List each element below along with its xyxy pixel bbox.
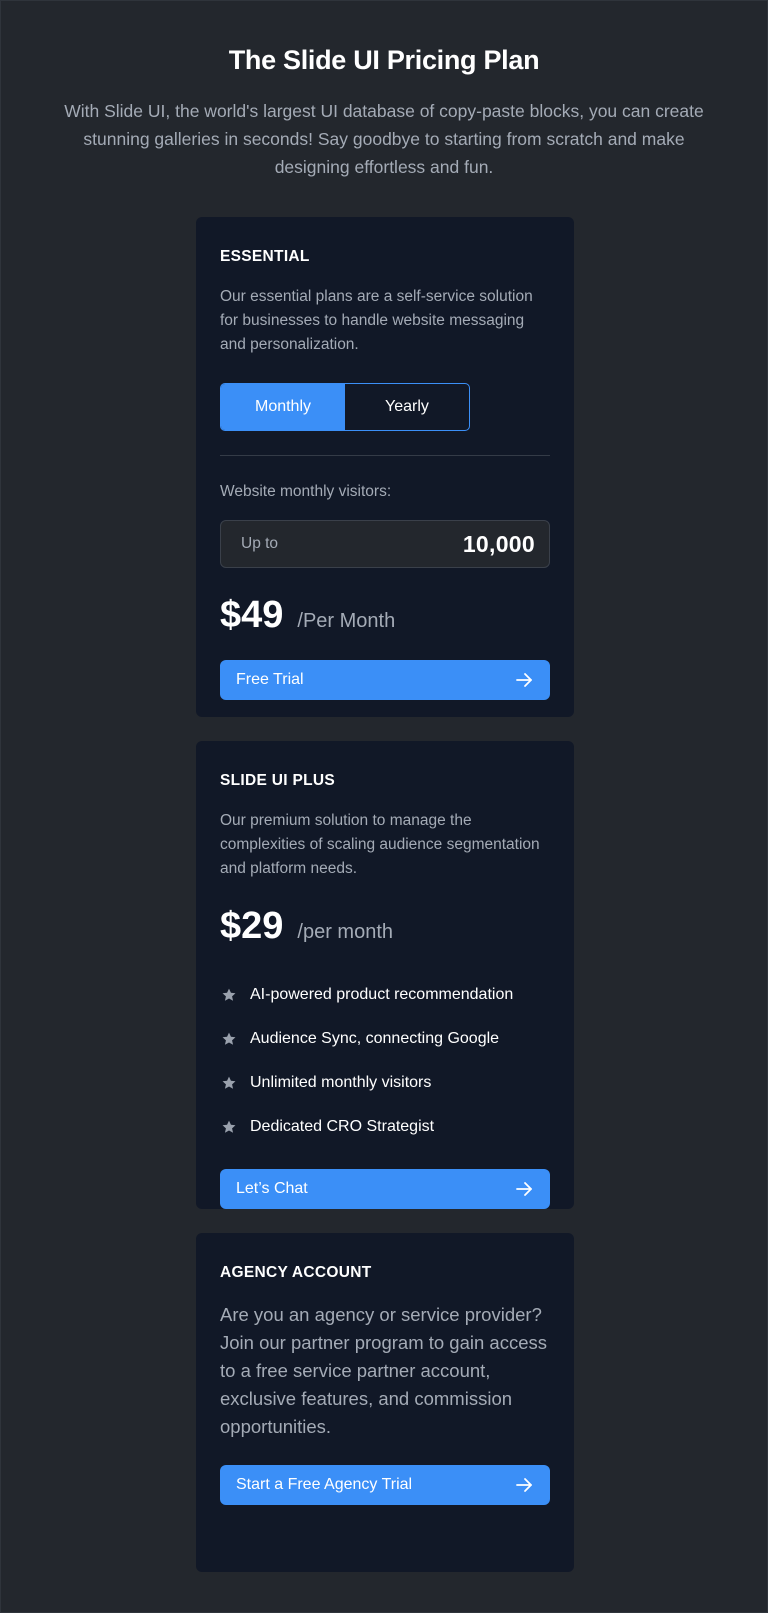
star-icon (220, 1030, 238, 1048)
free-trial-button[interactable]: Free Trial (220, 660, 550, 700)
lets-chat-button-label: Let’s Chat (236, 1180, 308, 1197)
arrow-right-icon (514, 670, 534, 690)
start-agency-trial-button[interactable]: Start a Free Agency Trial (220, 1465, 550, 1505)
essential-price: $49 (220, 594, 284, 636)
plus-price: $29 (220, 905, 284, 947)
plus-price-row: $29 /per month (220, 903, 550, 949)
pricing-page: The Slide UI Pricing Plan With Slide UI,… (0, 0, 768, 1613)
page-subtitle: With Slide UI, the world's largest UI da… (64, 101, 704, 177)
visitors-prefix: Up to (241, 535, 279, 552)
agency-plan-card: AGENCY ACCOUNT Are you an agency or serv… (196, 1233, 574, 1572)
billing-period-toggle: Monthly Yearly (220, 383, 470, 431)
plus-plan-card: SLIDE UI PLUS Our premium solution to ma… (196, 741, 574, 1209)
visitors-value: 10,000 (462, 530, 535, 557)
essential-price-row: $49 /Per Month (220, 592, 550, 638)
agency-plan-title: AGENCY ACCOUNT (220, 1264, 372, 1281)
yearly-toggle-button[interactable]: Yearly (345, 384, 469, 430)
plus-plan-title: SLIDE UI PLUS (220, 772, 335, 789)
essential-price-period: /Per Month (297, 610, 396, 632)
start-agency-trial-button-label: Start a Free Agency Trial (236, 1476, 413, 1493)
feature-label: Audience Sync, connecting Google (250, 1030, 500, 1047)
page-title: The Slide UI Pricing Plan (228, 45, 540, 75)
feature-item: Audience Sync, connecting Google (220, 1017, 550, 1061)
feature-label: AI-powered product recommendation (250, 986, 514, 1003)
essential-plan-card: ESSENTIAL Our essential plans are a self… (196, 217, 574, 717)
visitors-label: Website monthly visitors: (220, 483, 392, 500)
feature-item: AI-powered product recommendation (220, 973, 550, 1017)
feature-item: Dedicated CRO Strategist (220, 1105, 550, 1149)
feature-item: Unlimited monthly visitors (220, 1061, 550, 1105)
feature-label: Dedicated CRO Strategist (250, 1118, 435, 1135)
arrow-right-icon (514, 1179, 534, 1199)
plus-price-period: /per month (297, 921, 394, 943)
lets-chat-button[interactable]: Let’s Chat (220, 1169, 550, 1209)
monthly-toggle-button[interactable]: Monthly (221, 384, 345, 430)
star-icon (220, 986, 238, 1004)
feature-label: Unlimited monthly visitors (250, 1074, 432, 1091)
plus-plan-description: Our premium solution to manage the compl… (220, 812, 540, 877)
pricing-header: The Slide UI Pricing Plan With Slide UI,… (1, 1, 767, 181)
divider (220, 455, 550, 456)
essential-plan-title: ESSENTIAL (220, 248, 310, 265)
free-trial-button-label: Free Trial (236, 671, 304, 688)
essential-plan-description: Our essential plans are a self-service s… (220, 288, 533, 353)
star-icon (220, 1074, 238, 1092)
arrow-right-icon (514, 1475, 534, 1495)
visitors-selector[interactable]: Up to 10,000 (220, 520, 550, 568)
star-icon (220, 1118, 238, 1136)
agency-plan-description: Are you an agency or service provider? J… (220, 1304, 548, 1437)
plus-feature-list: AI-powered product recommendation Audien… (220, 973, 550, 1149)
